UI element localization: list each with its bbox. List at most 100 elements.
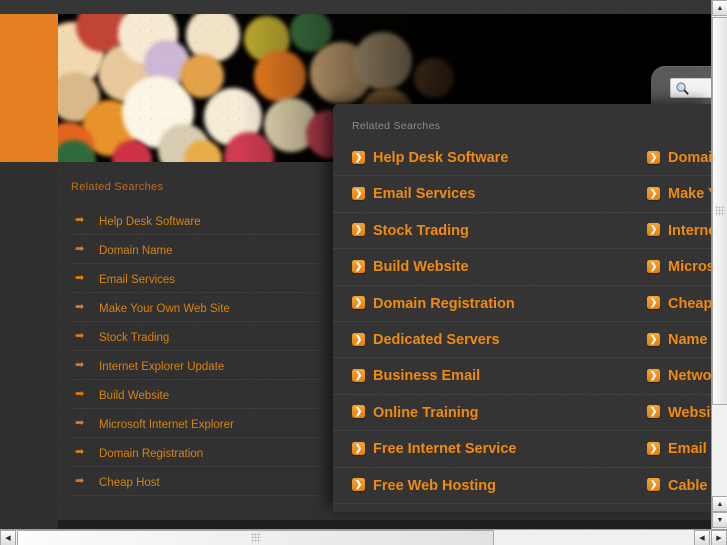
- scroll-left-button-secondary[interactable]: ◀: [694, 530, 710, 545]
- chevron-right-square-icon: ❯: [352, 369, 365, 383]
- overlay-link-label: Free Web Hosting: [373, 477, 496, 494]
- overlay-link-grid: ❯ Help Desk Software ❯ Domain Name ❯ Email …: [333, 140, 711, 504]
- sidebar-item-label: Cheap Host: [99, 477, 160, 489]
- sidebar-item-label: Build Website: [99, 390, 170, 402]
- triangle-up-icon: ▲: [716, 4, 724, 12]
- sidebar-related-searches: Related Searches ➡ Help Desk Software ➡ Do…: [58, 162, 333, 520]
- arrow-right-icon: ➡: [75, 417, 85, 429]
- scroll-left-button[interactable]: ◀: [0, 530, 16, 545]
- overlay-link[interactable]: ❯ Internet Explorer Update: [647, 213, 711, 249]
- overlay-link[interactable]: ❯ Domain Registration: [352, 286, 642, 322]
- scroll-up-button-secondary[interactable]: ▲: [712, 496, 727, 512]
- overlay-row: ❯ Email Services ❯ Make Your Own Web Site: [333, 176, 711, 213]
- overlay-link[interactable]: ❯ Email Hosting: [647, 431, 711, 467]
- overlay-row: ❯ Stock Trading ❯ Internet Explorer Update: [333, 213, 711, 250]
- sidebar-item[interactable]: ➡ Internet Explorer Update: [71, 351, 321, 380]
- sidebar-item[interactable]: ➡ Build Website: [71, 380, 321, 409]
- page-footer-strip: [58, 520, 711, 529]
- overlay-link-label: Internet Explorer Update: [668, 222, 711, 239]
- overlay-link-label: Domain Registration: [373, 295, 515, 312]
- scroll-up-button[interactable]: ▲: [712, 0, 727, 16]
- overlay-link[interactable]: ❯ Free Web Hosting: [352, 468, 642, 504]
- sidebar-item-label: Internet Explorer Update: [99, 361, 225, 373]
- sidebar-item[interactable]: ➡ Domain Name: [71, 235, 321, 264]
- arrow-right-icon: ➡: [75, 330, 85, 342]
- arrow-right-icon: ➡: [75, 475, 85, 487]
- chevron-right-square-icon: ❯: [647, 150, 660, 164]
- overlay-link[interactable]: ❯ Network Security: [647, 358, 711, 394]
- overlay-link[interactable]: ❯ Build Website: [352, 249, 642, 285]
- overlay-link-label: Free Internet Service: [373, 441, 517, 458]
- overlay-row: ❯ Help Desk Software ❯ Domain Name: [333, 140, 711, 177]
- overlay-row: ❯ Build Website ❯ Microsoft Internet Explo…: [333, 249, 711, 286]
- orange-block: [0, 14, 58, 162]
- chevron-right-square-icon: ❯: [352, 405, 365, 419]
- arrow-right-icon: ➡: [75, 214, 85, 226]
- overlay-link[interactable]: ❯ Microsoft Internet Explorer: [647, 249, 711, 285]
- sidebar-item[interactable]: ➡ Domain Registration: [71, 438, 321, 467]
- overlay-link-label: Business Email: [373, 368, 481, 385]
- overlay-link[interactable]: ❯ Cable TV: [647, 468, 711, 504]
- browser-viewport: Related Searches ➡ Help Desk Software ➡ Do…: [0, 0, 727, 545]
- scroll-down-button[interactable]: ▼: [712, 512, 727, 528]
- chevron-right-square-icon: ❯: [352, 259, 365, 273]
- sidebar-item[interactable]: ➡ Microsoft Internet Explorer: [71, 409, 321, 438]
- sidebar-item-label: Make Your Own Web Site: [99, 303, 230, 315]
- overlay-link-label: Email Services: [373, 186, 476, 203]
- arrow-right-icon: ➡: [75, 243, 85, 255]
- sidebar-item-label: Domain Name: [99, 245, 173, 257]
- overlay-link[interactable]: ❯ Email Services: [352, 176, 642, 212]
- sidebar-item-label: Domain Registration: [99, 448, 204, 460]
- search-input[interactable]: [670, 78, 711, 98]
- arrow-right-icon: ➡: [75, 446, 85, 458]
- horizontal-scrollbar-thumb[interactable]: [17, 530, 494, 545]
- overlay-link[interactable]: ❯ Make Your Own Web Site: [647, 176, 711, 212]
- sidebar-item[interactable]: ➡ Stock Trading: [71, 322, 321, 351]
- overlay-link[interactable]: ❯ Online Training: [352, 395, 642, 431]
- chevron-right-square-icon: ❯: [352, 223, 365, 237]
- triangle-up-icon: ▲: [716, 500, 724, 508]
- overlay-link[interactable]: ❯ Name Servers: [647, 322, 711, 358]
- overlay-row: ❯ Free Internet Service ❯ Email Hosting: [333, 431, 711, 468]
- overlay-row: ❯ Business Email ❯ Network Security: [333, 358, 711, 395]
- web-page-canvas: Related Searches ➡ Help Desk Software ➡ Do…: [0, 0, 711, 529]
- chevron-right-square-icon: ❯: [352, 296, 365, 310]
- sidebar-item[interactable]: ➡ Make Your Own Web Site: [71, 293, 321, 322]
- sidebar-title: Related Searches: [71, 181, 164, 193]
- sidebar-item[interactable]: ➡ Help Desk Software: [71, 206, 321, 235]
- overlay-link-label: Make Your Own Web Site: [668, 186, 711, 203]
- chevron-right-square-icon: ❯: [352, 478, 365, 492]
- overlay-link[interactable]: ❯ Stock Trading: [352, 213, 642, 249]
- overlay-link[interactable]: ❯ Website Design: [647, 395, 711, 431]
- overlay-link-label: Cable TV: [668, 477, 711, 494]
- arrow-right-icon: ➡: [75, 301, 85, 313]
- sidebar-item-label: Stock Trading: [99, 332, 170, 344]
- chevron-right-square-icon: ❯: [647, 259, 660, 273]
- triangle-left-icon: ◀: [699, 534, 705, 542]
- overlay-link-label: Microsoft Internet Explorer: [668, 259, 711, 276]
- chevron-right-square-icon: ❯: [647, 332, 660, 346]
- overlay-link-label: Name Servers: [668, 331, 711, 348]
- overlay-link-label: Stock Trading: [373, 222, 469, 239]
- overlay-row: ❯ Free Web Hosting ❯ Cable TV: [333, 468, 711, 504]
- sidebar-item[interactable]: ➡ Cheap Host: [71, 467, 321, 496]
- overlay-link[interactable]: ❯ Help Desk Software: [352, 140, 642, 176]
- sidebar-item[interactable]: ➡ Email Services: [71, 264, 321, 293]
- vertical-scrollbar-thumb[interactable]: [712, 17, 727, 405]
- chevron-right-square-icon: ❯: [647, 405, 660, 419]
- sidebar-item-label: Help Desk Software: [99, 216, 201, 228]
- arrow-right-icon: ➡: [75, 272, 85, 284]
- chevron-right-square-icon: ❯: [352, 441, 365, 455]
- overlay-link[interactable]: ❯ Business Email: [352, 358, 642, 394]
- overlay-link[interactable]: ❯ Cheap Host: [647, 286, 711, 322]
- vertical-scrollbar[interactable]: ▲ ▲ ▼: [711, 0, 727, 529]
- overlay-link[interactable]: ❯ Free Internet Service: [352, 431, 642, 467]
- overlay-link[interactable]: ❯ Dedicated Servers: [352, 322, 642, 358]
- overlay-link[interactable]: ❯ Domain Name: [647, 140, 711, 176]
- chevron-right-square-icon: ❯: [352, 150, 365, 164]
- scrollbar-grip: [715, 206, 725, 216]
- scroll-right-button[interactable]: ▶: [711, 530, 727, 545]
- overlay-link-label: Build Website: [373, 259, 469, 276]
- overlay-row: ❯ Dedicated Servers ❯ Name Servers: [333, 322, 711, 359]
- horizontal-scrollbar[interactable]: ◀ ◀ ▶: [0, 529, 727, 545]
